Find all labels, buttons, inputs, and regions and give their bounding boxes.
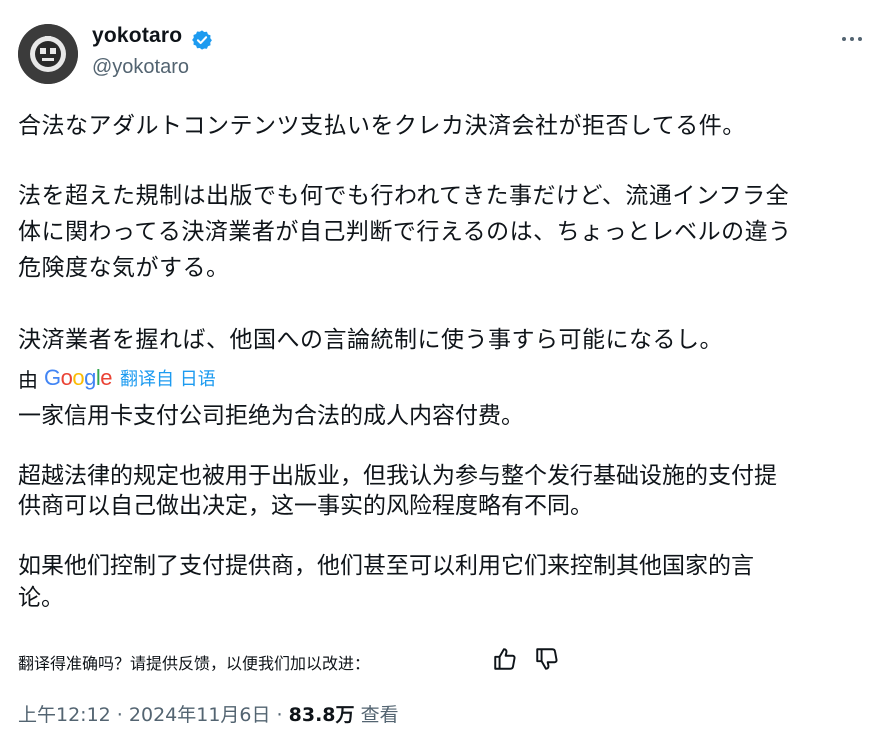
translation-text-line: 如果他们控制了支付提供商，他们甚至可以利用它们来控制其他国家的言 [18,553,754,579]
translation-text-line: 论。 [18,585,64,611]
translated-from-link[interactable]: 翻译自 日语 [120,365,216,391]
meta-separator: · [110,704,129,726]
more-dot [850,37,854,41]
thumbs-up-icon[interactable] [492,646,518,672]
tweet-text-line: 体に関わってる決済業者が自己判断で行えるのは、ちょっとレベルの違う [18,219,792,245]
translation-text-line: 超越法律的规定也被用于出版业，但我认为参与整个发行基础设施的支付提 [18,463,777,489]
meta-separator: · [270,704,289,726]
avatar-image [18,24,78,84]
by-label: 由 [18,367,38,392]
author-handle[interactable]: @yokotaro [92,56,189,79]
author-display-name[interactable]: yokotaro [92,24,182,48]
views-count: 83.8万 [288,704,355,726]
tweet-text-line: 危険度な気がする。 [18,255,230,281]
google-logo: Google [44,365,113,390]
tweet-text-line: 決済業者を握れば、他国への言論統制に使う事すら可能になるし。 [18,327,723,353]
tweet-time[interactable]: 上午12:12 [18,704,111,726]
avatar[interactable] [18,24,78,84]
translation-text-line: 供商可以自己做出决定，这一事实的风险程度略有不同。 [18,493,593,519]
tweet-date[interactable]: 2024年11月6日 [129,704,271,726]
more-dot [842,37,846,41]
verified-badge-icon[interactable] [191,29,213,51]
tweet-text-line: 法を超えた規制は出版でも何でも行われてきた事だけど、流通インフラ全 [18,183,790,209]
more-dots-icon[interactable] [836,26,868,50]
translation-attribution: 由 Google 翻译自 日语 [18,364,216,392]
more-dot [858,37,862,41]
views-label: 查看 [360,704,399,726]
tweet-meta: 上午12:12 · 2024年11月6日 · 83.8万 查看 [18,700,399,727]
thumbs-down-icon[interactable] [534,646,560,672]
translation-feedback-prompt: 翻译得准确吗？请提供反馈，以便我们加以改进： [18,654,371,673]
tweet-text-line: 合法なアダルトコンテンツ支払いをクレカ決済会社が拒否してる件。 [18,113,746,139]
translation-text-line: 一家信用卡支付公司拒绝为合法的成人内容付费。 [18,403,524,429]
